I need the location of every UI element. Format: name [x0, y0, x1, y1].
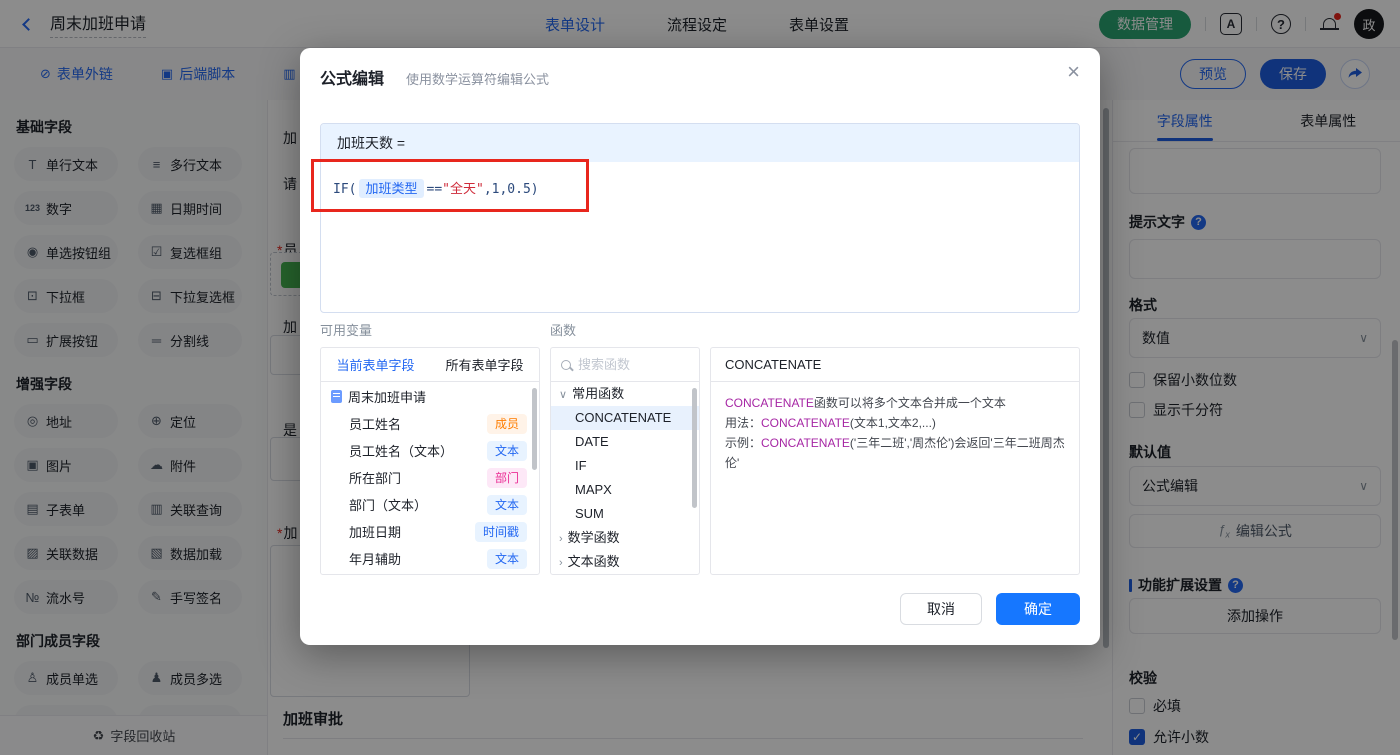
functions-panel: ∨常用函数 CONCATENATE DATE IF MAPX SUM ›数学函数… [550, 347, 700, 575]
confirm-button[interactable]: 确定 [996, 593, 1080, 625]
type-badge: 文本 [486, 548, 527, 569]
function-item-concatenate[interactable]: CONCATENATE [551, 406, 699, 430]
variable-row[interactable]: 所在部门 部门 [321, 464, 539, 491]
chevron-down-icon: ∨ [559, 389, 568, 401]
tab-current-form-fields[interactable]: 当前表单字段 [321, 348, 430, 381]
type-badge: 时间戳 [474, 521, 527, 542]
type-badge: 文本 [486, 440, 527, 461]
tab-all-form-fields[interactable]: 所有表单字段 [430, 348, 539, 381]
function-group-common[interactable]: ∨ 常用函数 [551, 382, 699, 406]
function-description-panel: CONCATENATE CONCATENATE函数可以将多个文本合并成一个文本 … [710, 347, 1080, 575]
functions-scrollbar[interactable] [692, 388, 697, 508]
variables-scrollbar[interactable] [532, 388, 537, 470]
formula-rest: ,1,0.5) [483, 182, 539, 197]
app-window: 周末加班申请 表单设计 流程设定 表单设置 数据管理 A ? 政 ⊘ 表单外链 [0, 0, 1400, 755]
function-name: CONCATENATE [711, 348, 1079, 382]
close-icon[interactable]: × [1067, 61, 1080, 83]
function-search [551, 348, 699, 382]
formula-field-token[interactable]: 加班类型 [359, 179, 424, 198]
usage-line: 用法：CONCATENATE(文本1,文本2,...) [725, 416, 936, 430]
variable-row[interactable]: 年月辅助 文本 [321, 545, 539, 572]
function-group-text[interactable]: › 文本函数 [551, 550, 699, 574]
type-badge: 部门 [486, 467, 527, 488]
formula-string: "全天" [442, 182, 484, 197]
formula-target: 加班天数 = [321, 124, 1079, 162]
example-line: 示例：CONCATENATE('三年二班','周杰伦')会返回'三年二班周杰伦' [725, 436, 1065, 470]
variables-label: 可用变量 [320, 323, 373, 338]
variable-row[interactable]: 加班日期 时间戳 [321, 518, 539, 545]
search-icon [561, 359, 571, 370]
formula-code-editor[interactable]: IF(加班类型 =="全天",1,0.5) [321, 162, 1079, 213]
function-search-input[interactable] [578, 357, 678, 372]
variable-tree-root[interactable]: 周末加班申请 [321, 382, 539, 410]
formula-editor-modal: 公式编辑 使用数学运算符编辑公式 × 加班天数 = IF(加班类型 =="全天",… [300, 48, 1100, 645]
formula-operator: == [426, 182, 443, 197]
function-group-math[interactable]: › 数学函数 [551, 526, 699, 550]
type-badge: 成员 [486, 413, 527, 434]
function-item-sum[interactable]: SUM [551, 502, 699, 526]
function-item-mapx[interactable]: MAPX [551, 478, 699, 502]
modal-title: 公式编辑 [320, 71, 385, 88]
function-description: CONCATENATE函数可以将多个文本合并成一个文本 用法：CONCATENA… [711, 382, 1079, 484]
type-badge: 文本 [486, 494, 527, 515]
description-line: CONCATENATE函数可以将多个文本合并成一个文本 [725, 396, 1006, 410]
variable-row[interactable]: 部门（文本） 文本 [321, 491, 539, 518]
function-item-if[interactable]: IF [551, 454, 699, 478]
cancel-button[interactable]: 取消 [900, 593, 982, 625]
formula-keyword: IF( [333, 182, 357, 197]
chevron-right-icon: › [559, 557, 563, 569]
variables-panel: 当前表单字段 所有表单字段 周末加班申请 员工姓名 成员 员工姓名（文本） 文本 所… [320, 347, 540, 575]
function-item-date[interactable]: DATE [551, 430, 699, 454]
variable-row[interactable]: 员工姓名（文本） 文本 [321, 437, 539, 464]
functions-label: 函数 [550, 323, 577, 338]
chevron-right-icon: › [559, 533, 563, 545]
formula-box: 加班天数 = IF(加班类型 =="全天",1,0.5) [320, 123, 1080, 313]
form-doc-icon [331, 389, 342, 403]
variable-row[interactable]: 员工姓名 成员 [321, 410, 539, 437]
modal-subtitle: 使用数学运算符编辑公式 [406, 72, 550, 87]
